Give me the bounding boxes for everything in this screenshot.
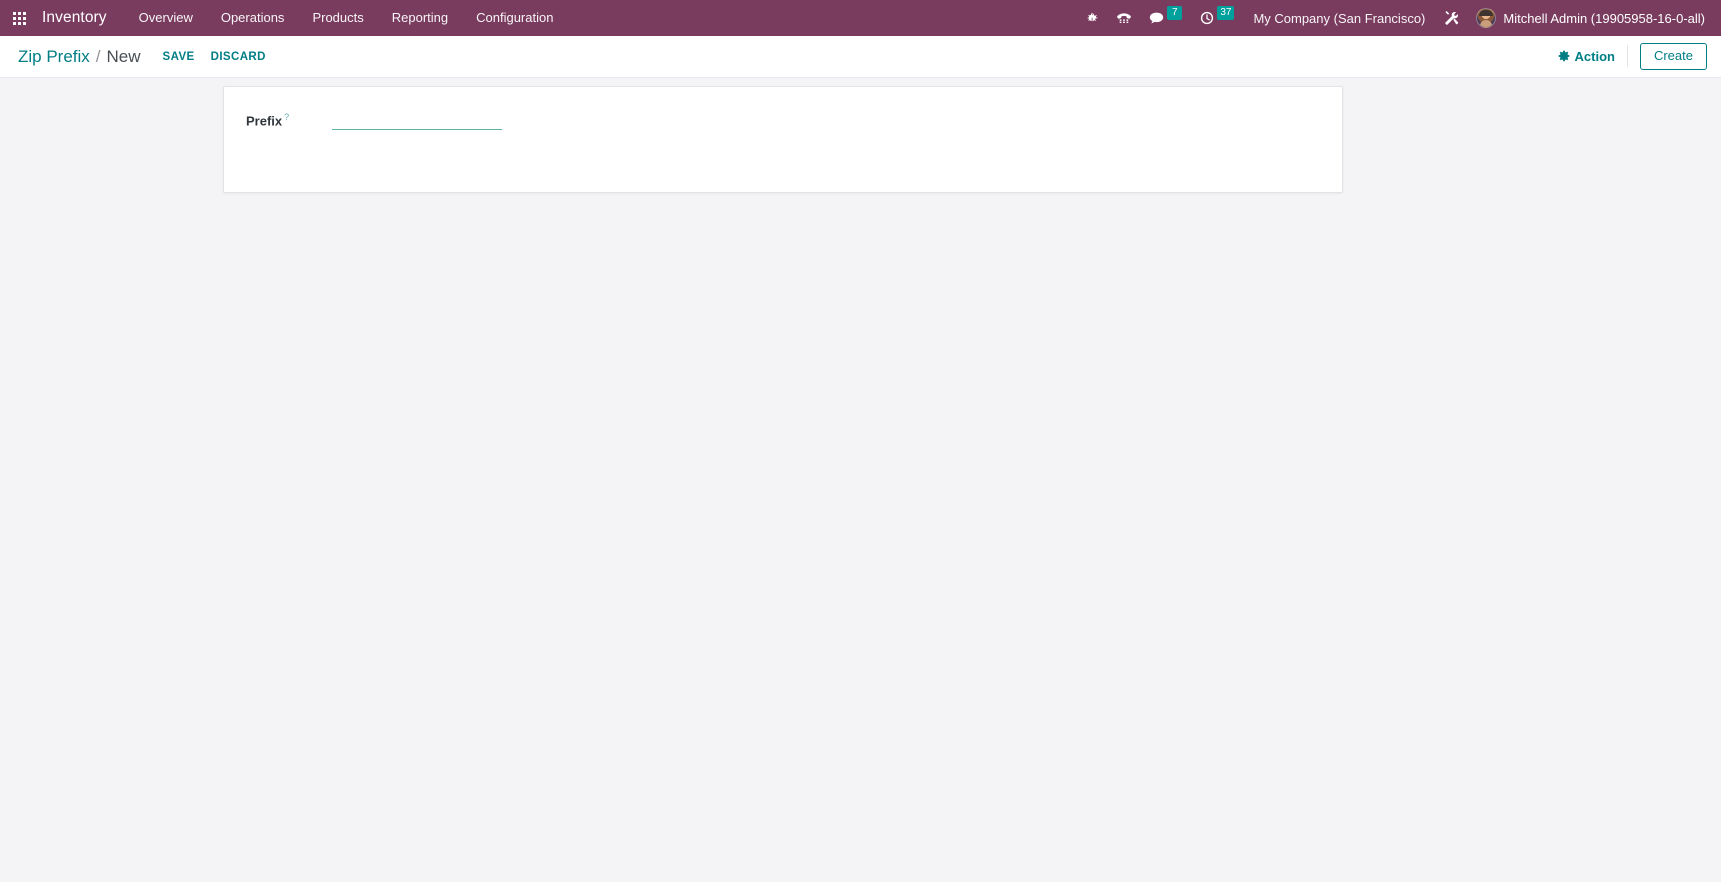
top-navbar: Inventory Overview Operations Products R…: [0, 0, 1721, 36]
save-button[interactable]: SAVE: [163, 51, 195, 63]
control-panel: Zip Prefix / New SAVE DISCARD Action Cre…: [0, 36, 1721, 78]
control-panel-right: Action Create: [1554, 43, 1707, 70]
menu-item-overview[interactable]: Overview: [125, 0, 207, 36]
prefix-field-label: Prefix?: [246, 109, 308, 130]
navbar-left: Inventory Overview Operations Products R…: [4, 0, 567, 36]
prefix-label-text: Prefix: [246, 113, 283, 129]
form-view: Prefix?: [0, 78, 1721, 881]
user-avatar: [1476, 8, 1497, 28]
record-actions: SAVE DISCARD: [163, 51, 266, 63]
action-menu-button[interactable]: Action: [1554, 49, 1627, 64]
sheet-background: Prefix?: [0, 86, 1721, 193]
debug-tools-button[interactable]: [1435, 0, 1468, 36]
menu-item-reporting[interactable]: Reporting: [378, 0, 462, 36]
user-menu-label: Mitchell Admin (19905958-16-0-all): [1503, 10, 1705, 26]
activities-counter-badge: 37: [1217, 6, 1235, 20]
menu-item-products[interactable]: Products: [298, 0, 377, 36]
apps-grid-icon: [12, 11, 26, 25]
prefix-field-wrapper: [332, 109, 502, 130]
bug-icon: [1086, 12, 1099, 25]
prefix-input[interactable]: [332, 110, 502, 130]
clock-icon: [1200, 11, 1214, 25]
breadcrumb-separator: /: [95, 46, 101, 66]
messages-menu-button[interactable]: 7: [1140, 0, 1191, 36]
discard-button[interactable]: DISCARD: [211, 51, 266, 63]
action-menu-label: Action: [1574, 48, 1615, 64]
breadcrumb-item-zip-prefix[interactable]: Zip Prefix: [18, 47, 90, 67]
user-menu[interactable]: Mitchell Admin (19905958-16-0-all): [1468, 8, 1709, 28]
company-switcher[interactable]: My Company (San Francisco): [1243, 11, 1435, 26]
field-group-prefix: Prefix?: [246, 109, 1326, 130]
phone-keypad-icon: [1117, 12, 1132, 25]
tools-icon: [1444, 10, 1459, 26]
breadcrumb: Zip Prefix / New: [18, 47, 141, 67]
message-bubble-icon: [1149, 11, 1164, 25]
breadcrumb-item-new: New: [106, 46, 141, 66]
menu-item-configuration[interactable]: Configuration: [462, 0, 567, 36]
navbar-systray: 7 37 My Company (San Francisco) Mitchell…: [1077, 0, 1709, 36]
create-button[interactable]: Create: [1639, 43, 1707, 70]
menu-item-operations[interactable]: Operations: [207, 0, 299, 36]
gear-icon: [1558, 50, 1570, 62]
form-sheet: Prefix?: [223, 86, 1343, 193]
voip-phone-button[interactable]: [1108, 0, 1140, 36]
control-panel-divider: [1626, 45, 1628, 68]
apps-menu-button[interactable]: [4, 0, 34, 36]
messages-counter-badge: 7: [1167, 6, 1183, 20]
prefix-help-icon[interactable]: ?: [284, 112, 289, 122]
activities-menu-button[interactable]: 37: [1191, 0, 1243, 36]
bug-report-button[interactable]: [1077, 0, 1108, 36]
main-menu: Overview Operations Products Reporting C…: [125, 0, 568, 36]
app-brand-inventory[interactable]: Inventory: [34, 9, 125, 27]
